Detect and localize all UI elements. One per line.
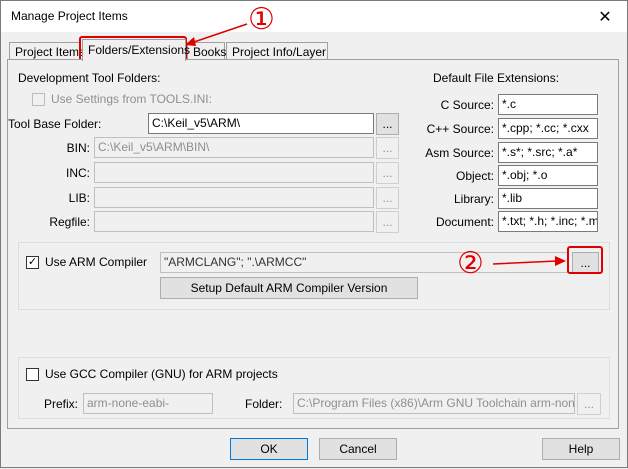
annotation-arrow-2 bbox=[492, 256, 566, 266]
bin-input[interactable]: C:\Keil_v5\ARM\BIN\ bbox=[94, 137, 374, 158]
annotation-number-1: ① bbox=[248, 3, 275, 36]
setup-default-arm-compiler-button[interactable]: Setup Default ARM Compiler Version bbox=[160, 277, 418, 299]
bin-browse-button[interactable]: ... bbox=[376, 137, 399, 159]
object-input[interactable]: *.obj; *.o bbox=[498, 165, 598, 186]
gcc-folder-browse-button[interactable]: ... bbox=[577, 393, 601, 415]
regfile-browse-button[interactable]: ... bbox=[376, 211, 399, 233]
prefix-label: Prefix: bbox=[43, 397, 78, 411]
prefix-input[interactable]: arm-none-eabi- bbox=[83, 393, 213, 414]
library-label: Library: bbox=[453, 192, 494, 206]
use-arm-compiler-label: Use ARM Compiler bbox=[45, 255, 148, 269]
close-icon[interactable]: ✕ bbox=[583, 1, 627, 32]
help-button[interactable]: Help bbox=[542, 438, 620, 460]
use-tools-ini-label: Use Settings from TOOLS.INI: bbox=[51, 92, 212, 106]
tab-panel-folders-extensions: Development Tool Folders: Use Settings f… bbox=[7, 59, 619, 429]
library-input[interactable]: *.lib bbox=[498, 188, 598, 209]
window-title: Manage Project Items bbox=[11, 9, 128, 23]
use-tools-ini-checkbox[interactable] bbox=[32, 93, 45, 106]
ok-button[interactable]: OK bbox=[230, 438, 308, 460]
asm-source-label: Asm Source: bbox=[425, 146, 494, 160]
tool-base-folder-label: Tool Base Folder: bbox=[8, 117, 102, 131]
inc-label: INC: bbox=[66, 166, 90, 180]
manage-project-items-dialog: Manage Project Items ✕ Project Items Fol… bbox=[0, 0, 628, 468]
document-input[interactable]: *.txt; *.h; *.inc; *.md bbox=[498, 211, 598, 232]
bin-label: BIN: bbox=[66, 141, 90, 155]
cancel-button[interactable]: Cancel bbox=[319, 438, 397, 460]
title-bar: Manage Project Items ✕ bbox=[1, 1, 627, 32]
use-arm-compiler-checkbox[interactable]: ✓ bbox=[26, 256, 39, 269]
inc-browse-button[interactable]: ... bbox=[376, 162, 399, 184]
cpp-source-input[interactable]: *.cpp; *.cc; *.cxx bbox=[498, 118, 598, 139]
tab-folders-extensions[interactable]: Folders/Extensions bbox=[82, 39, 190, 61]
cpp-source-label: C++ Source: bbox=[426, 122, 494, 136]
lib-input[interactable] bbox=[94, 187, 374, 208]
c-source-label: C Source: bbox=[440, 98, 494, 112]
document-label: Document: bbox=[435, 215, 494, 229]
regfile-input[interactable] bbox=[94, 211, 374, 232]
asm-source-input[interactable]: *.s*; *.src; *.a* bbox=[498, 142, 598, 163]
gcc-folder-input[interactable]: C:\Program Files (x86)\Arm GNU Toolchain… bbox=[293, 393, 575, 414]
folder-label: Folder: bbox=[245, 397, 283, 411]
tab-project-items[interactable]: Project Items bbox=[9, 42, 85, 60]
use-gcc-compiler-checkbox[interactable] bbox=[26, 368, 39, 381]
annotation-arrow-1 bbox=[185, 23, 248, 46]
annotation-number-2: ② bbox=[457, 247, 484, 280]
dev-tool-folders-label: Development Tool Folders: bbox=[18, 71, 161, 85]
default-extensions-label: Default File Extensions: bbox=[433, 71, 560, 85]
dialog-footer: OK Cancel Help bbox=[1, 431, 627, 469]
tool-base-folder-browse-button[interactable]: ... bbox=[376, 113, 399, 135]
use-gcc-compiler-label: Use GCC Compiler (GNU) for ARM projects bbox=[45, 367, 278, 381]
lib-browse-button[interactable]: ... bbox=[376, 187, 399, 209]
regfile-label: Regfile: bbox=[49, 215, 90, 229]
c-source-input[interactable]: *.c bbox=[498, 94, 598, 115]
tool-base-folder-input[interactable]: C:\Keil_v5\ARM\ bbox=[148, 113, 374, 134]
object-label: Object: bbox=[455, 169, 494, 183]
lib-label: LIB: bbox=[68, 191, 90, 205]
inc-input[interactable] bbox=[94, 162, 374, 183]
annotation-box-2 bbox=[567, 246, 603, 274]
